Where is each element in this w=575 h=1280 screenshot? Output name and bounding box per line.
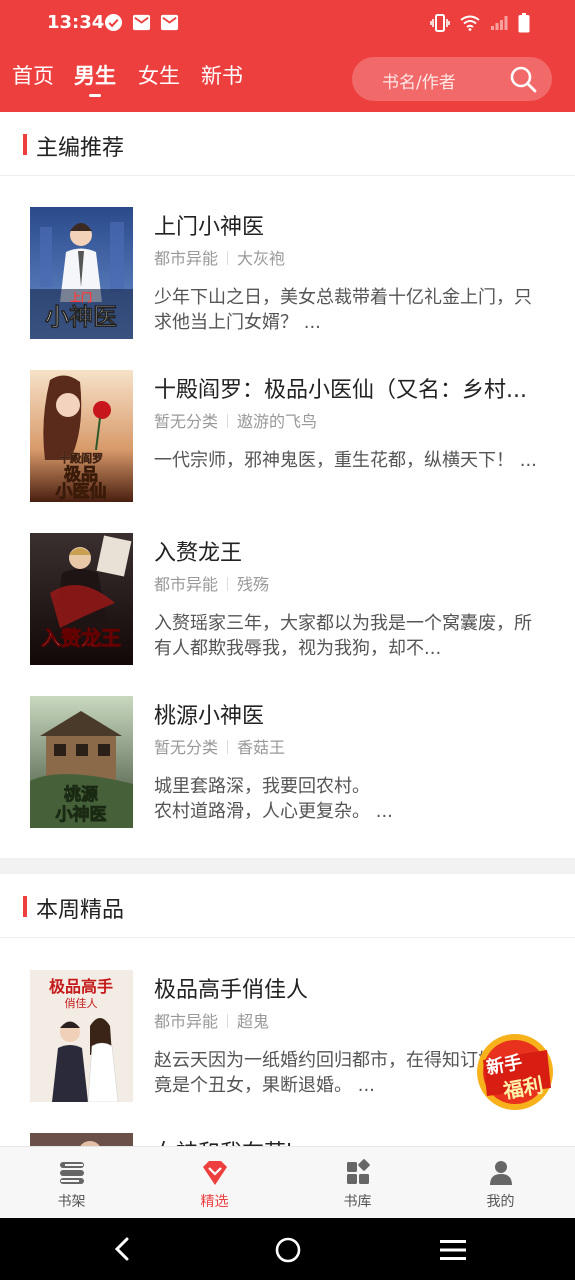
book-item[interactable]: 入赘龙王 入赘龙王 都市异能 残殇 入赘瑶家三年，大家都以为我是一个窝囊废，所有人… <box>0 533 575 683</box>
svg-text:入赘龙王: 入赘龙王 <box>41 626 121 650</box>
book-category: 都市异能 <box>154 1012 219 1031</box>
tab-home[interactable]: 首页 <box>12 60 54 90</box>
book-title[interactable]: 入赘龙王 <box>154 535 549 567</box>
back-icon[interactable] <box>110 1236 134 1262</box>
status-bar: 13:34 <box>0 0 575 48</box>
book-title[interactable]: 桃源小神医 <box>154 698 549 730</box>
bottom-tab-bar: 书架 精选 书库 我的 <box>0 1146 575 1218</box>
bookshelf-icon <box>60 1162 84 1184</box>
meta-divider <box>227 1014 229 1028</box>
mail-icon <box>160 14 179 31</box>
meta-divider <box>227 577 229 591</box>
book-title[interactable]: 极品高手俏佳人 <box>154 972 549 1004</box>
book-item[interactable]: 十殿阎罗 极品 小医仙 十殿阎罗：极品小医仙（又名：乡村... 暂无分类 遨游的飞… <box>0 370 575 520</box>
book-meta: 暂无分类 遨游的飞鸟 <box>154 408 317 432</box>
wifi-icon <box>460 15 480 31</box>
svg-text:十殿阎罗: 十殿阎罗 <box>59 451 103 465</box>
book-category: 都市异能 <box>154 249 219 268</box>
book-cover[interactable]: 桃源 小神医 <box>30 696 133 828</box>
tab-label: 书架 <box>57 1194 86 1210</box>
tab-profile[interactable]: 我的 <box>429 1147 572 1219</box>
app-header: 13:34 首页 男生 女生 新书 书名/作者 <box>0 0 575 112</box>
book-author: 超鬼 <box>237 1012 270 1031</box>
tab-library[interactable]: 书库 <box>286 1147 429 1219</box>
tab-label: 我的 <box>486 1194 515 1210</box>
section-accent-bar <box>23 134 27 155</box>
profile-icon <box>490 1161 512 1185</box>
meta-divider <box>227 414 229 428</box>
tab-featured[interactable]: 精选 <box>143 1147 286 1219</box>
book-author: 香菇王 <box>237 738 286 757</box>
book-meta: 都市异能 超鬼 <box>154 1008 269 1032</box>
section-title: 主编推荐 <box>36 136 125 161</box>
meta-divider <box>227 740 229 754</box>
book-author: 残殇 <box>237 575 270 594</box>
book-category: 暂无分类 <box>154 412 219 431</box>
section-accent-bar <box>23 896 27 917</box>
system-nav-bar <box>0 1218 575 1280</box>
new-user-welfare-badge[interactable]: 新手 福利 <box>473 1032 557 1112</box>
book-item[interactable]: 小神医 上门 上门小神医 都市异能 大灰袍 少年下山之日，美女总裁带着十亿礼金上门… <box>0 207 575 357</box>
book-title[interactable]: 上门小神医 <box>154 209 549 241</box>
book-cover[interactable]: 小神医 上门 <box>30 207 133 339</box>
mail-icon <box>132 14 151 31</box>
diamond-icon <box>203 1161 227 1185</box>
tab-label: 精选 <box>200 1194 229 1210</box>
svg-text:小神医: 小神医 <box>45 303 117 331</box>
book-meta: 暂无分类 香菇王 <box>154 734 285 758</box>
book-title[interactable]: 十殿阎罗：极品小医仙（又名：乡村... <box>154 372 549 404</box>
book-category: 暂无分类 <box>154 738 219 757</box>
book-category: 都市异能 <box>154 575 219 594</box>
svg-text:小医仙: 小医仙 <box>56 481 107 502</box>
status-time: 13:34 <box>47 12 105 33</box>
book-author: 大灰袍 <box>237 249 286 268</box>
tab-female[interactable]: 女生 <box>138 60 180 90</box>
book-cover[interactable]: 极品高手 俏佳人 <box>30 970 133 1102</box>
book-meta: 都市异能 残殇 <box>154 571 269 595</box>
section-divider <box>0 858 575 874</box>
tab-label: 书库 <box>343 1194 372 1210</box>
book-description: 城里套路深，我要回农村。 农村道路滑，人心更复杂。 ... <box>154 776 393 822</box>
vibrate-icon <box>430 14 450 32</box>
recents-icon[interactable] <box>440 1239 466 1261</box>
check-circle-icon <box>104 13 123 32</box>
book-description: 少年下山之日，美女总裁带着十亿礼金上门，只求他当上门女婿？ ... <box>154 287 532 333</box>
book-description: 一代宗师，邪神鬼医，重生花都，纵横天下！ ... <box>154 450 537 471</box>
search-input[interactable]: 书名/作者 <box>352 57 552 101</box>
tab-new-books[interactable]: 新书 <box>201 60 243 90</box>
svg-text:桃源: 桃源 <box>64 784 98 805</box>
book-item[interactable]: 桃源 小神医 桃源小神医 暂无分类 香菇王 城里套路深，我要回农村。 农村道路滑，… <box>0 696 575 846</box>
library-grid-icon <box>347 1159 370 1184</box>
tab-male[interactable]: 男生 <box>74 60 116 90</box>
section-title: 本周精品 <box>36 898 125 923</box>
battery-icon <box>518 13 530 33</box>
tab-bookshelf[interactable]: 书架 <box>0 1147 143 1219</box>
section-editor-picks: 主编推荐 <box>0 112 575 176</box>
svg-text:小神医: 小神医 <box>56 804 107 825</box>
active-tab-indicator <box>89 94 101 97</box>
meta-divider <box>227 251 229 265</box>
home-icon[interactable] <box>274 1236 302 1264</box>
svg-text:俏佳人: 俏佳人 <box>65 996 98 1010</box>
book-author: 遨游的飞鸟 <box>237 412 318 431</box>
search-placeholder: 书名/作者 <box>382 73 456 93</box>
section-weekly-picks: 本周精品 <box>0 874 575 938</box>
book-cover[interactable]: 入赘龙王 <box>30 533 133 665</box>
book-cover[interactable]: 十殿阎罗 极品 小医仙 <box>30 370 133 502</box>
signal-icon <box>491 16 508 30</box>
book-description: 入赘瑶家三年，大家都以为我是一个窝囊废，所有人都欺我辱我，视为我狗，却不... <box>154 613 532 659</box>
search-icon[interactable] <box>509 65 537 93</box>
book-meta: 都市异能 大灰袍 <box>154 245 285 269</box>
svg-text:极品高手: 极品高手 <box>49 977 113 996</box>
svg-text:上门: 上门 <box>70 290 92 304</box>
